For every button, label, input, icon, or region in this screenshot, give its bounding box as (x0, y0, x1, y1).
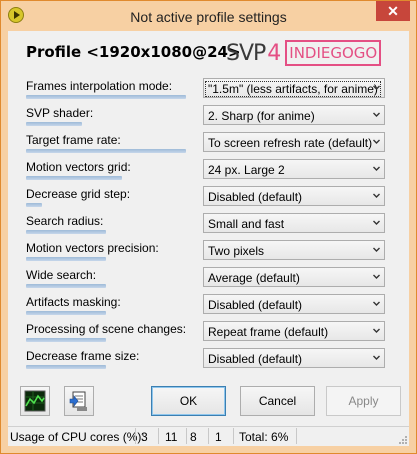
chevron-down-icon (373, 355, 380, 360)
cancel-button[interactable]: Cancel (240, 386, 315, 416)
setting-label: Artifacts masking: (26, 295, 121, 309)
logo-version-text: 4 (267, 40, 282, 66)
setting-dropdown[interactable]: Two pixels (203, 240, 385, 260)
setting-indicator (26, 338, 106, 342)
copy-settings-icon (69, 391, 87, 411)
setting-row: SVP shader: 2. Sharp (for anime) (8, 105, 409, 131)
status-separator (233, 428, 234, 444)
window-title: Not active profile settings (130, 9, 287, 25)
setting-row: Wide search: Average (default) (8, 267, 409, 293)
setting-dropdown[interactable]: "1.5m" (less artifacts, for anime) (203, 78, 385, 98)
dropdown-value: Disabled (default) (208, 352, 303, 366)
setting-dropdown[interactable]: Small and fast (203, 213, 385, 233)
setting-label: Target frame rate: (26, 133, 121, 147)
setting-label: Decrease grid step: (26, 187, 131, 201)
setting-dropdown[interactable]: 24 px. Large 2 (203, 159, 385, 179)
resize-grip-icon[interactable] (397, 434, 407, 444)
status-separator (186, 428, 187, 444)
dialog-body: Profile <1920x1080@24> SVP 4 INDIEGOGO F… (8, 31, 409, 446)
setting-indicator (26, 365, 106, 369)
chevron-down-icon (373, 85, 380, 90)
dropdown-value: Small and fast (208, 217, 285, 231)
status-separator (158, 428, 159, 444)
setting-dropdown[interactable]: Disabled (default) (203, 348, 385, 368)
copy-profile-button[interactable] (64, 386, 94, 416)
setting-row: Decrease frame size: Disabled (default) (8, 348, 409, 374)
status-separator (208, 428, 209, 444)
title-bar[interactable]: Not active profile settings ✕ (1, 1, 416, 31)
cpu-core-1: 3 (141, 430, 148, 444)
setting-dropdown[interactable]: To screen refresh rate (default) (203, 132, 385, 152)
setting-label: Search radius: (26, 214, 104, 228)
dropdown-value: 2. Sharp (for anime) (208, 109, 315, 123)
setting-indicator (26, 230, 106, 234)
chevron-down-icon (373, 193, 380, 198)
chevron-down-icon (373, 166, 380, 171)
setting-indicator (26, 257, 106, 261)
profile-title: Profile <1920x1080@24> (26, 43, 241, 61)
cpu-usage-label: Usage of CPU cores (%): (10, 430, 145, 444)
close-button[interactable]: ✕ (376, 1, 410, 21)
setting-dropdown[interactable]: Disabled (default) (203, 294, 385, 314)
dropdown-value: Average (default) (208, 271, 300, 285)
apply-button[interactable]: Apply (326, 386, 401, 416)
cpu-core-4: 1 (215, 430, 222, 444)
setting-indicator (26, 149, 186, 153)
setting-label: Motion vectors precision: (26, 241, 159, 255)
dropdown-value: 24 px. Large 2 (208, 163, 285, 177)
setting-label: Frames interpolation mode: (26, 79, 173, 93)
svp4-indiegogo-logo: SVP 4 INDIEGOGO (226, 38, 382, 68)
dropdown-value: Repeat frame (default) (208, 325, 329, 339)
setting-label: Motion vectors grid: (26, 160, 131, 174)
setting-label: Processing of scene changes: (26, 322, 187, 336)
status-separator (135, 428, 136, 444)
setting-dropdown[interactable]: Average (default) (203, 267, 385, 287)
chevron-down-icon (373, 139, 380, 144)
graph-button[interactable] (20, 386, 50, 416)
cpu-core-3: 8 (190, 430, 197, 444)
dropdown-value: Disabled (default) (208, 190, 303, 204)
ok-button[interactable]: OK (151, 386, 226, 416)
setting-indicator (26, 284, 106, 288)
setting-row: Search radius: Small and fast (8, 213, 409, 239)
dropdown-value: "1.5m" (less artifacts, for anime) (205, 81, 381, 97)
setting-row: Motion vectors precision: Two pixels (8, 240, 409, 266)
setting-indicator (26, 311, 106, 315)
settings-window: Not active profile settings ✕ Profile <1… (0, 0, 417, 454)
setting-dropdown[interactable]: Repeat frame (default) (203, 321, 385, 341)
setting-dropdown[interactable]: 2. Sharp (for anime) (203, 105, 385, 125)
chevron-down-icon (373, 220, 380, 225)
chevron-down-icon (373, 328, 380, 333)
setting-row: Processing of scene changes: Repeat frame… (8, 321, 409, 347)
setting-row: Frames interpolation mode: "1.5m" (less a… (8, 78, 409, 104)
setting-row: Motion vectors grid: 24 px. Large 2 (8, 159, 409, 185)
status-separator (296, 428, 297, 444)
setting-label: Wide search: (26, 268, 97, 282)
setting-row: Decrease grid step: Disabled (default) (8, 186, 409, 212)
dropdown-value: To screen refresh rate (default) (208, 136, 373, 150)
chevron-down-icon (373, 274, 380, 279)
setting-row: Target frame rate: To screen refresh rate… (8, 132, 409, 158)
setting-indicator (26, 176, 122, 180)
setting-dropdown[interactable]: Disabled (default) (203, 186, 385, 206)
setting-row: Artifacts masking: Disabled (default) (8, 294, 409, 320)
graph-icon (24, 390, 46, 412)
logo-svp-text: SVP (226, 40, 266, 66)
cpu-core-2: 11 (165, 430, 178, 444)
setting-indicator (26, 95, 186, 99)
setting-label: SVP shader: (26, 106, 94, 120)
status-bar: Usage of CPU cores (%): 3 11 8 1 Total: … (8, 426, 409, 446)
setting-label: Decrease frame size: (26, 349, 140, 363)
dropdown-value: Disabled (default) (208, 298, 303, 312)
setting-indicator (26, 203, 42, 207)
chevron-down-icon (373, 301, 380, 306)
chevron-down-icon (373, 247, 380, 252)
logo-indiegogo-text: INDIEGOGO (285, 40, 382, 66)
chevron-down-icon (373, 112, 380, 117)
cpu-total: Total: 6% (239, 430, 289, 444)
setting-indicator (26, 122, 82, 126)
dropdown-value: Two pixels (208, 244, 265, 258)
